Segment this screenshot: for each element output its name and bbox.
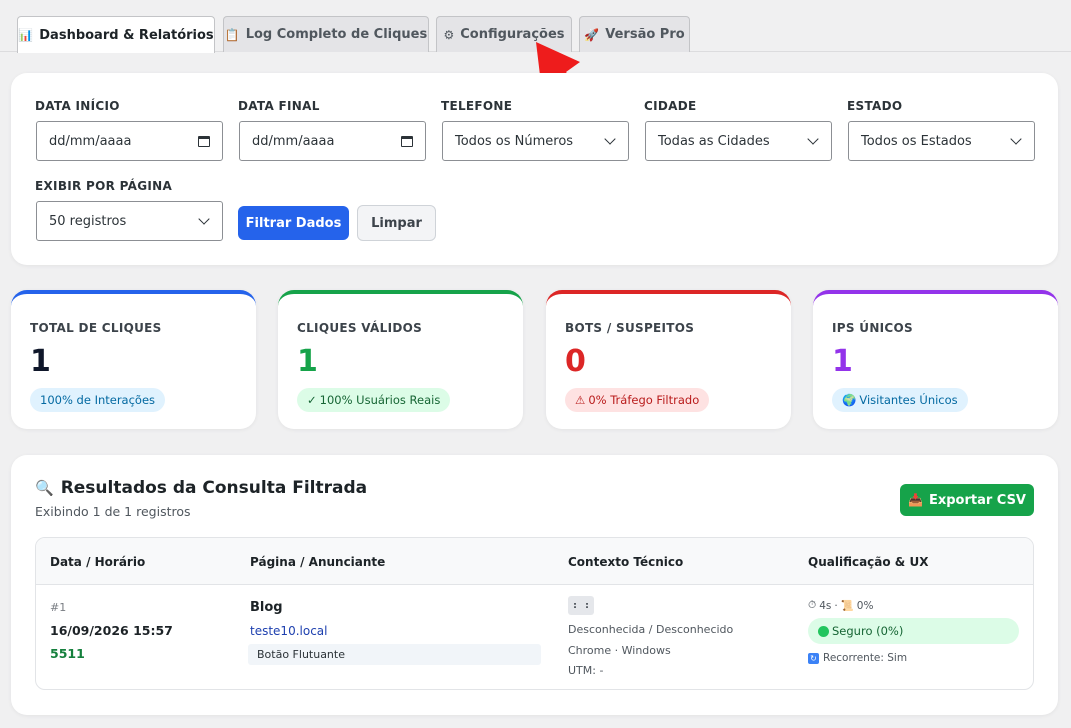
repeat-icon: ↻ bbox=[808, 652, 819, 664]
stat-badge: ⚠ 0% Tráfego Filtrado bbox=[565, 388, 710, 412]
city-label: CIDADE bbox=[644, 99, 697, 113]
stat-badge: 100% de Interações bbox=[30, 388, 166, 412]
row-ip-badge: : : bbox=[568, 596, 594, 615]
stopwatch-icon: ⏱ bbox=[808, 599, 817, 611]
state-select-value: Todos os Estados bbox=[861, 133, 972, 149]
stat-value: 0 bbox=[565, 344, 586, 379]
tab-label: Dashboard & Relatórios bbox=[39, 27, 214, 43]
chevron-down-icon bbox=[1010, 133, 1022, 145]
row-status-badge: Seguro (0%) bbox=[808, 618, 1019, 644]
row-status-text: Seguro (0%) bbox=[832, 624, 904, 638]
phone-label: TELEFONE bbox=[441, 99, 513, 113]
row-browser: Chrome · Windows bbox=[568, 644, 671, 657]
city-select[interactable]: Todas as Cidades bbox=[645, 121, 832, 161]
clipboard-icon: 📋 bbox=[224, 27, 240, 42]
row-phone: 5511 bbox=[50, 646, 85, 661]
magnifier-icon: 🔍 bbox=[35, 479, 54, 497]
column-header-datetime: Data / Horário bbox=[50, 555, 146, 569]
bar-chart-icon: 📊 bbox=[18, 28, 34, 42]
scroll-icon: 📜 bbox=[840, 600, 854, 612]
state-select[interactable]: Todos os Estados bbox=[848, 121, 1035, 161]
date-start-input[interactable]: dd/mm/aaaa bbox=[36, 121, 223, 161]
stat-badge: 🌍 Visitantes Únicos bbox=[832, 388, 968, 412]
stat-badge: ✓ 100% Usuários Reais bbox=[297, 388, 451, 412]
calendar-icon[interactable] bbox=[401, 135, 413, 147]
state-label: ESTADO bbox=[847, 99, 903, 113]
date-end-value: dd/mm/aaaa bbox=[252, 133, 335, 149]
per-page-label: EXIBIR POR PÁGINA bbox=[35, 179, 173, 193]
row-domain-link[interactable]: teste10.local bbox=[250, 624, 327, 638]
stat-label: BOTS / SUSPEITOS bbox=[565, 321, 695, 335]
globe-icon: 🌍 bbox=[842, 393, 857, 407]
stat-card-valid-clicks: CLIQUES VÁLIDOS 1 ✓ 100% Usuários Reais bbox=[278, 290, 523, 429]
table-header: Data / Horário Página / Anunciante Conte… bbox=[36, 538, 1033, 585]
row-button-tag: Botão Flutuante bbox=[248, 644, 541, 665]
row-metrics: ⏱ 4s · 📜 0% bbox=[808, 599, 873, 612]
stat-card-bots: BOTS / SUSPEITOS 0 ⚠ 0% Tráfego Filtrado bbox=[546, 290, 791, 429]
results-title-text: Resultados da Consulta Filtrada bbox=[60, 478, 368, 498]
stat-label: CLIQUES VÁLIDOS bbox=[297, 321, 423, 335]
stat-card-unique-ips: IPS ÚNICOS 1 🌍 Visitantes Únicos bbox=[813, 290, 1058, 429]
row-datetime: 16/09/2026 15:57 bbox=[50, 623, 173, 638]
stat-value: 1 bbox=[297, 344, 318, 379]
row-time-on-page: 4s bbox=[819, 599, 832, 612]
row-recurrent: ↻ Recorrente: Sim bbox=[808, 652, 907, 664]
chevron-down-icon bbox=[198, 213, 210, 225]
tab-click-log[interactable]: 📋 Log Completo de Cliques bbox=[223, 16, 429, 52]
results-title: 🔍 Resultados da Consulta Filtrada bbox=[35, 478, 367, 498]
row-button-tag-text: Botão Flutuante bbox=[257, 648, 345, 661]
stat-label: TOTAL DE CLIQUES bbox=[30, 321, 162, 335]
row-id: #1 bbox=[50, 601, 67, 614]
per-page-select-value: 50 registros bbox=[49, 213, 127, 229]
results-subtitle: Exibindo 1 de 1 registros bbox=[35, 504, 191, 519]
date-end-label: DATA FINAL bbox=[238, 99, 320, 113]
results-table: Data / Horário Página / Anunciante Conte… bbox=[35, 537, 1034, 690]
row-ip-text: : : bbox=[571, 600, 591, 611]
row-utm: UTM: - bbox=[568, 664, 604, 677]
gear-icon: ⚙ bbox=[443, 27, 455, 42]
date-start-value: dd/mm/aaaa bbox=[49, 133, 132, 149]
city-select-value: Todas as Cidades bbox=[658, 133, 770, 149]
tab-label: Log Completo de Cliques bbox=[245, 27, 428, 42]
stat-card-total-clicks: TOTAL DE CLIQUES 1 100% de Interações bbox=[11, 290, 256, 429]
column-header-context: Contexto Técnico bbox=[568, 555, 684, 569]
stat-badge-text: 100% de Interações bbox=[40, 393, 156, 407]
clear-button[interactable]: Limpar bbox=[357, 205, 436, 241]
stat-label: IPS ÚNICOS bbox=[832, 321, 913, 335]
tab-label: Versão Pro bbox=[605, 27, 685, 42]
stat-value: 1 bbox=[832, 344, 853, 379]
stat-value: 1 bbox=[30, 344, 51, 379]
separator-dot: · bbox=[834, 599, 838, 612]
stat-badge-text: 0% Tráfego Filtrado bbox=[588, 393, 700, 407]
row-recurrent-text: Recorrente: Sim bbox=[823, 652, 908, 664]
export-csv-label: Exportar CSV bbox=[928, 492, 1026, 508]
filter-button[interactable]: Filtrar Dados bbox=[238, 206, 349, 240]
tab-label: Configurações bbox=[460, 27, 565, 42]
table-row: #1 16/09/2026 15:57 5511 Blog teste10.lo… bbox=[36, 586, 1033, 689]
column-header-page: Página / Anunciante bbox=[250, 555, 386, 569]
column-header-qualification: Qualificação & UX bbox=[808, 555, 929, 569]
warning-icon: ⚠ bbox=[575, 393, 586, 407]
row-location: Desconhecida / Desconhecido bbox=[568, 623, 734, 636]
chevron-down-icon bbox=[807, 133, 819, 145]
phone-select[interactable]: Todos os Números bbox=[442, 121, 629, 161]
stat-badge-text: Visitantes Únicos bbox=[859, 393, 958, 407]
date-end-input[interactable]: dd/mm/aaaa bbox=[239, 121, 426, 161]
export-csv-button[interactable]: 📥 Exportar CSV bbox=[900, 484, 1034, 516]
chevron-down-icon bbox=[604, 133, 616, 145]
status-dot-icon bbox=[818, 625, 829, 637]
download-icon: 📥 bbox=[908, 493, 923, 507]
calendar-icon[interactable] bbox=[198, 135, 210, 147]
row-page-name: Blog bbox=[250, 600, 283, 615]
per-page-select[interactable]: 50 registros bbox=[36, 201, 223, 241]
tab-dashboard[interactable]: 📊 Dashboard & Relatórios bbox=[17, 16, 215, 53]
check-icon: ✓ bbox=[307, 393, 317, 407]
date-start-label: DATA INÍCIO bbox=[35, 99, 120, 113]
stat-badge-text: 100% Usuários Reais bbox=[319, 393, 441, 407]
row-scroll-depth: 0% bbox=[856, 599, 874, 612]
rocket-icon: 🚀 bbox=[584, 27, 600, 42]
phone-select-value: Todos os Números bbox=[455, 133, 574, 149]
